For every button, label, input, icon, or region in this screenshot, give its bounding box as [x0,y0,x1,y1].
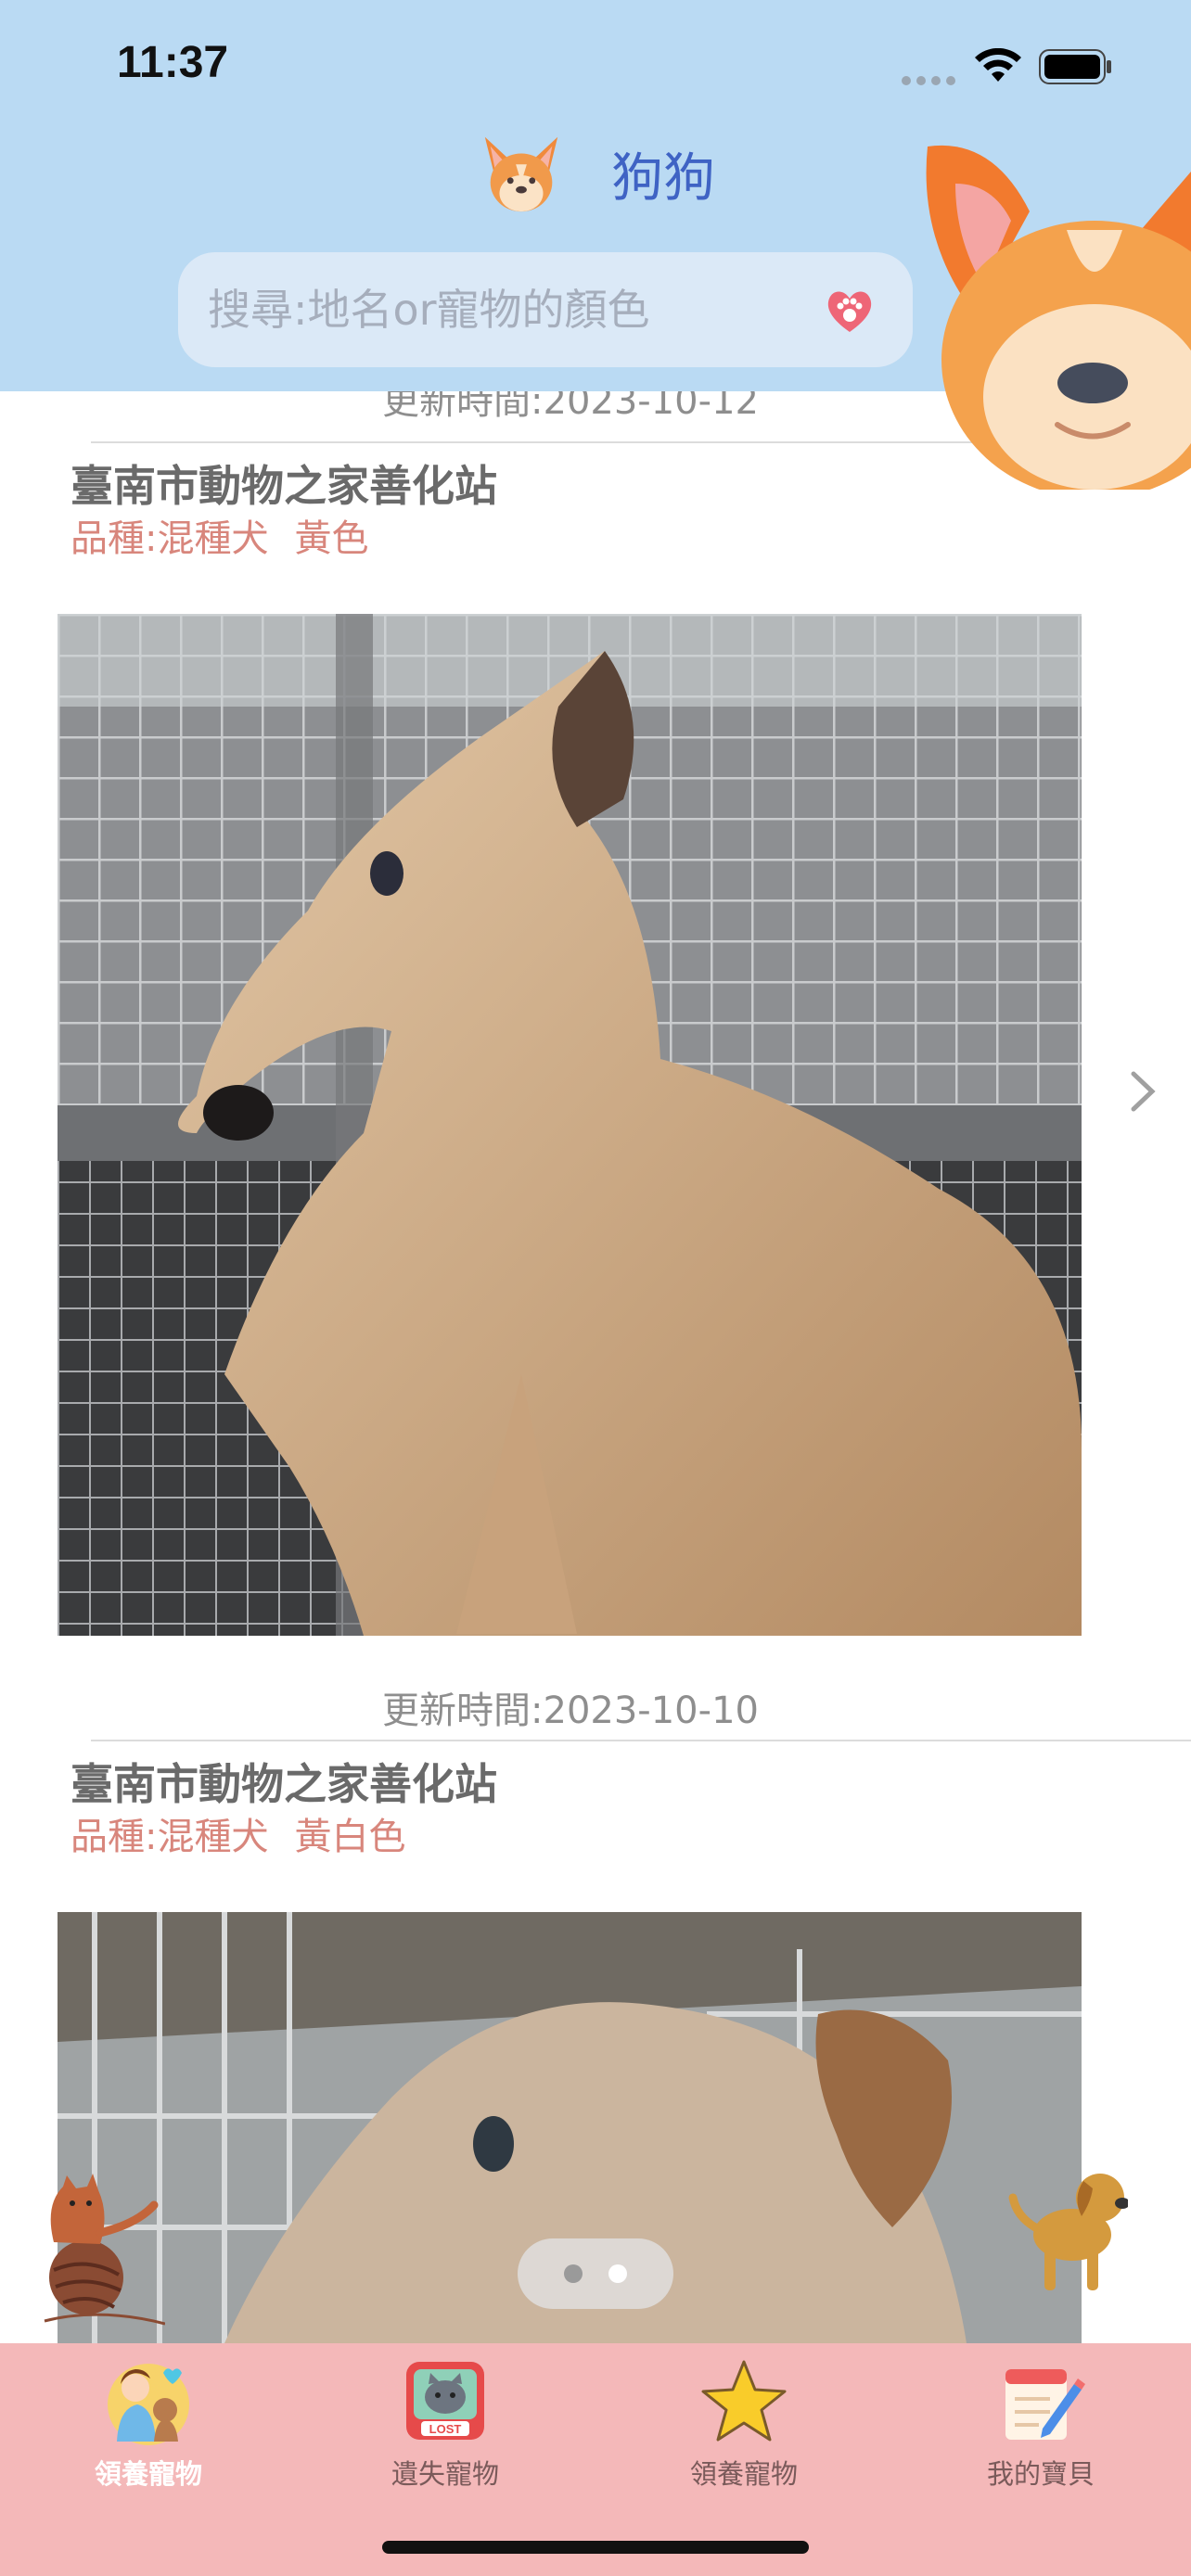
cat-yarn-sticker-icon [44,2174,165,2326]
update-time: 更新時間:2023-10-10 [382,1690,759,1732]
signal-icon [902,76,955,85]
battery-icon [1039,49,1111,84]
tab-label: 我的寶貝 [986,2458,1095,2490]
page-indicator[interactable] [518,2238,673,2309]
pet-list[interactable]: 更新時間:2023-10-12 臺南市動物之家善化站 品種:混種犬 黃色 更新時… [0,391,1191,2343]
chevron-right-icon[interactable] [1126,1068,1159,1115]
shelter-name: 臺南市動物之家善化站 [70,1759,497,1809]
home-indicator[interactable] [382,2541,809,2554]
page-dot-active[interactable] [608,2264,627,2283]
family-pets-icon [108,2364,189,2445]
dog-sticker-icon [1008,2174,1128,2290]
tab-my-babies[interactable]: 我的寶貝 [892,2356,1189,2514]
tab-label: 領養寵物 [689,2458,798,2490]
breed-label: 品種:混種犬 [70,1816,269,1858]
shelter-name: 臺南市動物之家善化站 [70,461,497,511]
breed-color: 品種:混種犬 黃白色 [70,1806,431,1860]
pet-photo[interactable] [58,614,1082,1636]
breed-label: 品種:混種犬 [70,517,269,560]
svg-text:LOST: LOST [429,2422,462,2436]
color-label: 黃白色 [294,1816,406,1858]
corgi-mascot-icon [926,145,1191,490]
page-dot[interactable] [564,2264,583,2283]
tab-label: 領養寵物 [94,2458,202,2490]
status-time: 11:37 [117,38,229,87]
tab-label: 遺失寵物 [391,2458,499,2490]
wifi-icon [975,48,1021,82]
notepad-icon [1005,2369,1085,2440]
search-input[interactable]: 搜尋:地名or寵物的顏色 [208,252,650,367]
tab-adopt-pets[interactable]: 領養寵物 [0,2356,297,2514]
tab-favorites[interactable]: 領養寵物 [596,2356,892,2514]
star-icon [701,2360,787,2442]
tab-lost-pets[interactable]: LOST 遺失寵物 [297,2356,594,2514]
corgi-logo-icon [484,136,558,212]
lost-cat-icon: LOST [406,2362,484,2440]
divider [91,1740,1191,1741]
breed-color: 品種:混種犬 黃色 [70,508,394,562]
color-label: 黃色 [294,517,369,560]
paw-heart-icon[interactable] [824,286,876,334]
page-title: 狗狗 [611,147,715,209]
search-bar[interactable]: 搜尋:地名or寵物的顏色 [178,252,913,367]
